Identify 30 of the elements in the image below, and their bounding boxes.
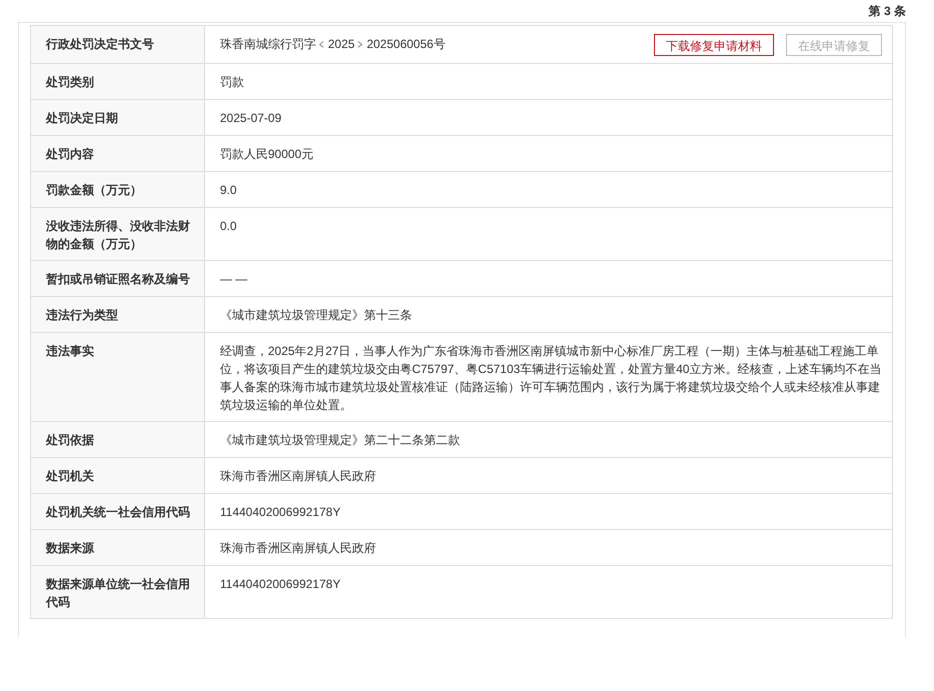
- field-value: 珠海市香洲区南屏镇人民政府: [220, 468, 376, 485]
- field-label: 没收违法所得、没收非法财物的金额（万元）: [31, 208, 205, 260]
- field-label: 处罚依据: [31, 422, 205, 457]
- field-label: 数据来源单位统一社会信用代码: [31, 566, 205, 618]
- field-label: 处罚机关: [31, 458, 205, 493]
- record-index: 第 3 条: [868, 2, 906, 20]
- field-label: 行政处罚决定书文号: [31, 26, 205, 63]
- field-label: 数据来源: [31, 530, 205, 565]
- field-value: 11440402006992178Y: [220, 504, 341, 521]
- field-label: 处罚机关统一社会信用代码: [31, 494, 205, 529]
- field-value: 2025-07-09: [220, 110, 282, 127]
- download-button[interactable]: 下载修复申请材料: [654, 34, 774, 56]
- field-label: 违法事实: [31, 333, 205, 421]
- field-label: 处罚内容: [31, 136, 205, 171]
- field-label: 罚款金额（万元）: [31, 172, 205, 207]
- field-value: 珠香南城综行罚字﹤2025﹥2025060056号: [220, 36, 446, 53]
- field-value: 珠海市香洲区南屏镇人民政府: [220, 540, 376, 557]
- field-value: 9.0: [220, 182, 237, 199]
- field-label: 暂扣或吊销证照名称及编号: [31, 261, 205, 296]
- field-value: 《城市建筑垃圾管理规定》第十三条: [220, 307, 412, 324]
- field-label: 处罚决定日期: [31, 100, 205, 135]
- field-label: 处罚类别: [31, 64, 205, 99]
- field-label: 违法行为类型: [31, 297, 205, 332]
- field-value: 罚款: [220, 74, 244, 91]
- field-value: — —: [220, 271, 248, 288]
- field-value: 0.0: [220, 218, 237, 235]
- field-value: 11440402006992178Y: [220, 576, 341, 593]
- field-value: 《城市建筑垃圾管理规定》第二十二条第二款: [220, 432, 460, 449]
- field-value: 经调查，2025年2月27日，当事人作为广东省珠海市香洲区南屏镇城市新中心标准厂房工程（一期）主体与桩基础工程施工单位，将该项目产生的建筑垃圾交由粤C75797、粤C57103车辆进行运输处置，处置方量40立方米。经核查，上述车辆均不在当事人备案的珠海市城市建筑垃圾处置核准证（陆路运输）许可车辆范围内，该行为属于将建筑垃圾交给个人或未经核准从事建筑垃圾运输的单位处置。: [220, 343, 882, 414]
- field-value: 罚款人民90000元: [220, 146, 314, 163]
